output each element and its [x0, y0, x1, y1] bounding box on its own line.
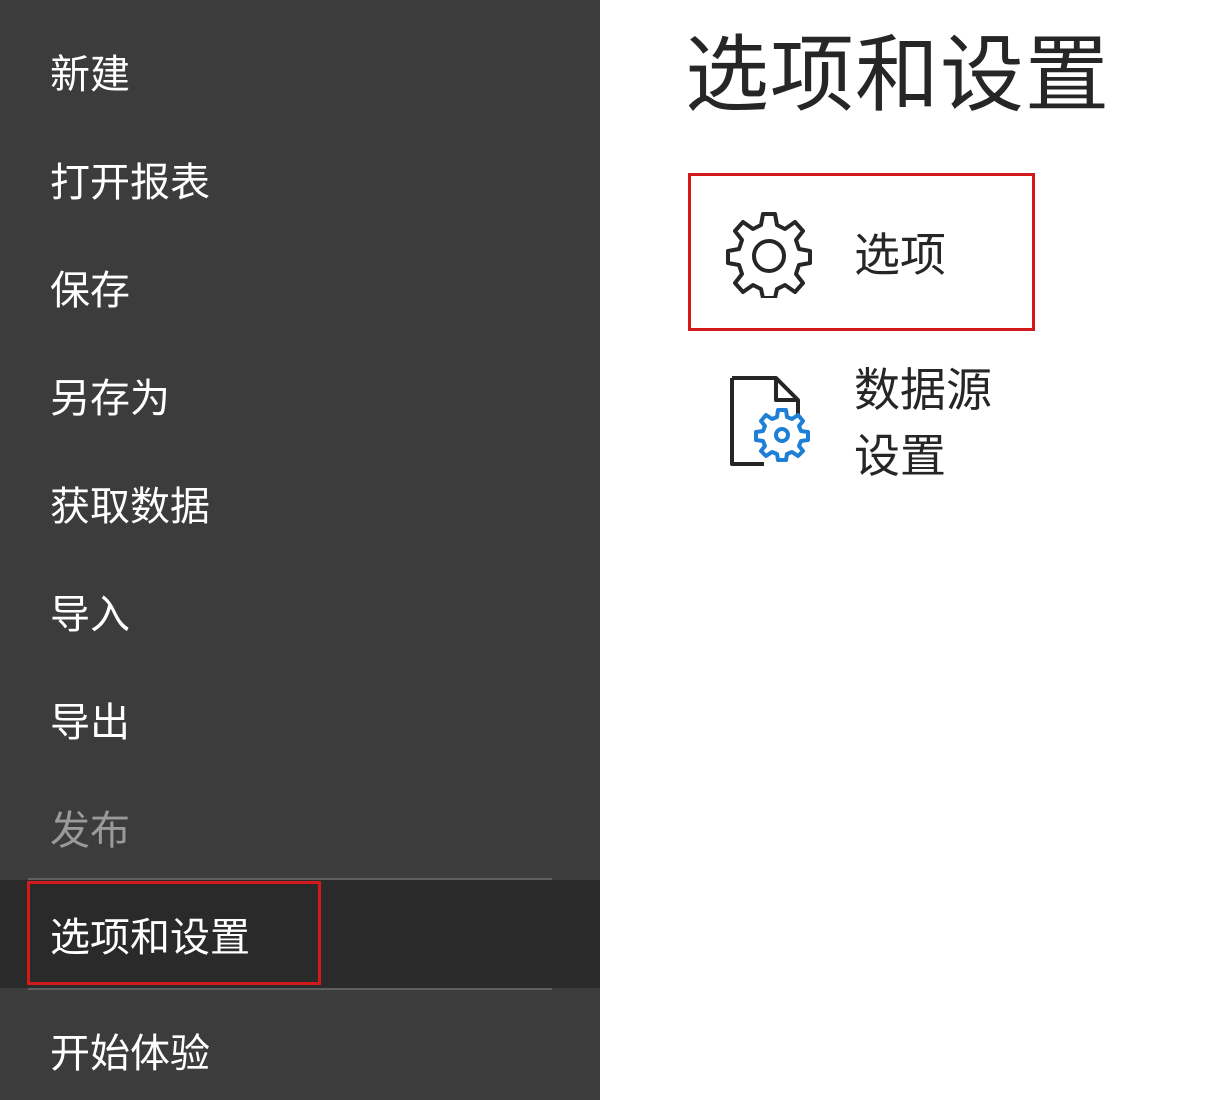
menu-item-get-data[interactable]: 获取数据 — [0, 449, 600, 557]
menu-item-publish[interactable]: 发布 — [0, 773, 600, 881]
menu-item-new[interactable]: 新建 — [0, 17, 600, 125]
data-source-settings-button[interactable]: 数据源设置 — [688, 342, 1034, 498]
menu-item-label: 开始体验 — [50, 1031, 210, 1077]
menu-item-label: 发布 — [50, 808, 130, 854]
menu-separator — [28, 988, 552, 990]
menu-item-open-report[interactable]: 打开报表 — [0, 125, 600, 233]
menu-item-label: 另存为 — [50, 376, 170, 422]
options-button[interactable]: 选项 — [688, 174, 1034, 330]
options-settings-panel: 选项和设置 选项 数据源设置 — [600, 0, 1216, 1100]
menu-item-label: 导出 — [50, 700, 130, 746]
gear-icon — [726, 212, 812, 298]
menu-item-label: 保存 — [50, 268, 130, 314]
menu-item-label: 获取数据 — [50, 484, 210, 530]
menu-item-save[interactable]: 保存 — [0, 233, 600, 341]
data-source-settings-icon — [730, 376, 810, 466]
menu-item-get-started[interactable]: 开始体验 — [0, 996, 600, 1100]
app-window: 新建 打开报表 保存 另存为 获取数据 导入 导出 发布 选项和设置 开始体验 — [0, 0, 1216, 1100]
menu-item-label: 新建 — [50, 52, 130, 98]
options-label: 选项 — [854, 228, 946, 282]
menu-item-export[interactable]: 导出 — [0, 665, 600, 773]
menu-item-import[interactable]: 导入 — [0, 557, 600, 665]
menu-item-label: 选项和设置 — [50, 915, 250, 961]
data-source-settings-label: 数据源设置 — [854, 363, 992, 483]
menu-item-label: 导入 — [50, 592, 130, 638]
page-title: 选项和设置 — [685, 26, 1111, 124]
menu-item-label: 打开报表 — [50, 160, 210, 206]
menu-item-save-as[interactable]: 另存为 — [0, 341, 600, 449]
file-menu-sidebar: 新建 打开报表 保存 另存为 获取数据 导入 导出 发布 选项和设置 开始体验 — [0, 0, 600, 1100]
menu-item-options-and-settings[interactable]: 选项和设置 — [0, 880, 600, 988]
